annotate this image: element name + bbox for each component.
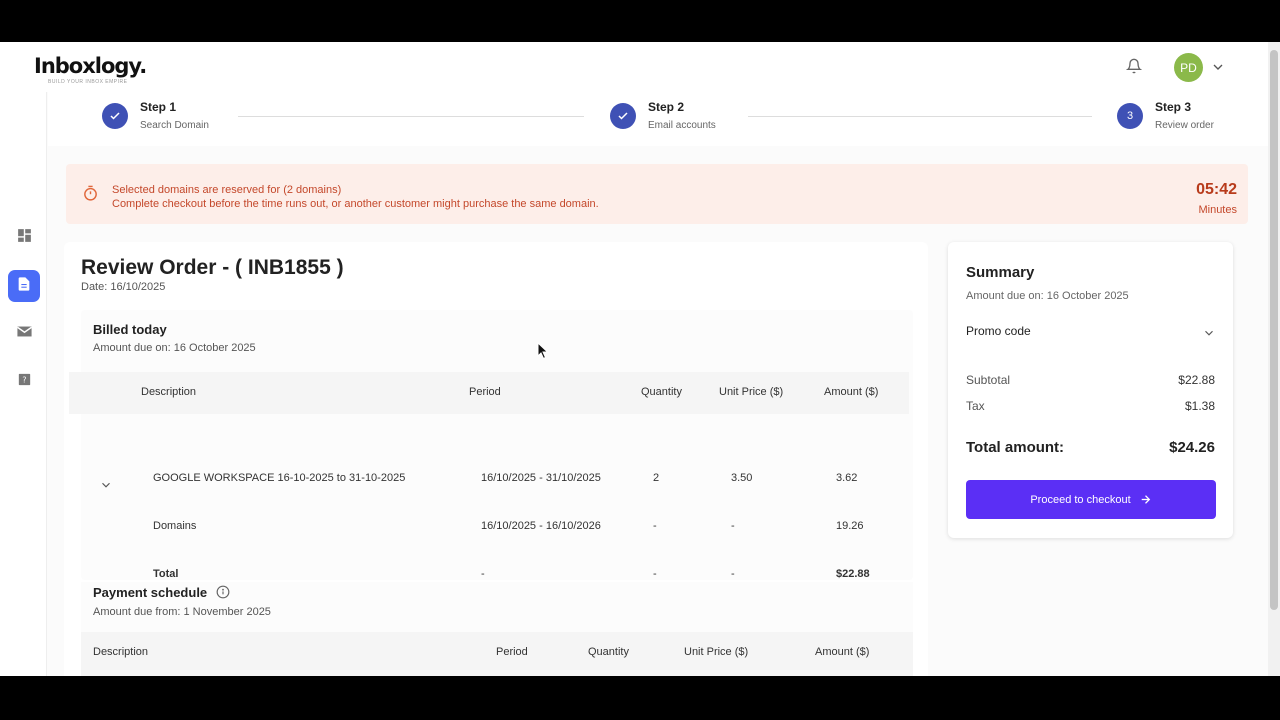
row-description: Domains bbox=[153, 520, 197, 532]
mouse-cursor-icon bbox=[537, 341, 549, 365]
subtotal-label: Subtotal bbox=[966, 373, 1011, 387]
billed-today-subtitle: Amount due on: 16 October 2025 bbox=[93, 342, 256, 354]
checkout-stepper: Step 1 Search Domain Step 2 Email accoun… bbox=[48, 92, 1268, 146]
col-quantity: Quantity bbox=[588, 646, 629, 658]
promo-code-toggle[interactable]: Promo code bbox=[966, 324, 1216, 344]
step-1-check-icon bbox=[102, 103, 128, 129]
payment-schedule-section: Payment schedule Amount due from: 1 Novem… bbox=[81, 582, 913, 676]
page-title: Review Order - ( INB1855 ) bbox=[81, 256, 344, 279]
scrollbar-thumb[interactable] bbox=[1270, 50, 1278, 610]
row-unit-price: - bbox=[731, 568, 735, 580]
step-3-number: 3 bbox=[1117, 103, 1143, 129]
col-quantity: Quantity bbox=[641, 386, 682, 398]
info-icon[interactable] bbox=[216, 585, 230, 604]
proceed-to-checkout-button[interactable]: Proceed to checkout bbox=[966, 480, 1216, 519]
row-quantity: 2 bbox=[653, 472, 660, 484]
schedule-table-header: Description Period Quantity Unit Price ($) A… bbox=[81, 632, 913, 676]
step-1-subtitle: Search Domain bbox=[140, 120, 209, 131]
brand-tagline: BUILD YOUR INBOX EMPIRE bbox=[48, 79, 128, 85]
row-quantity: - bbox=[653, 520, 657, 532]
summary-subtitle: Amount due on: 16 October 2025 bbox=[966, 290, 1129, 302]
billed-today-section: Billed today Amount due on: 16 October 2… bbox=[69, 310, 913, 580]
row-amount: 19.26 bbox=[836, 520, 864, 532]
step-connector bbox=[748, 116, 1092, 117]
brand-logo[interactable]: Inboxlogy. bbox=[34, 54, 147, 78]
alert-warning-text: Complete checkout before the time runs o… bbox=[112, 198, 599, 210]
notification-bell-icon[interactable] bbox=[1124, 56, 1144, 76]
col-unit-price: Unit Price ($) bbox=[719, 386, 784, 398]
row-unit-price: - bbox=[731, 520, 735, 532]
mail-icon bbox=[16, 323, 33, 345]
billed-today-title: Billed today bbox=[93, 322, 167, 337]
svg-text:?: ? bbox=[22, 375, 26, 384]
document-icon bbox=[16, 276, 32, 297]
app-frame: Inboxlogy. BUILD YOUR INBOX EMPIRE PD ? … bbox=[0, 42, 1280, 676]
dashboard-icon bbox=[16, 227, 33, 249]
chevron-down-icon[interactable] bbox=[1202, 326, 1216, 345]
step-3-subtitle: Review order bbox=[1155, 120, 1214, 131]
row-quantity: - bbox=[653, 568, 657, 580]
step-2-check-icon bbox=[610, 103, 636, 129]
payment-schedule-subtitle: Amount due from: 1 November 2025 bbox=[93, 606, 271, 618]
step-2-title: Step 2 bbox=[648, 100, 685, 114]
chevron-down-icon[interactable] bbox=[99, 478, 113, 497]
row-period: 16/10/2025 - 16/10/2026 bbox=[481, 520, 601, 532]
user-avatar[interactable]: PD bbox=[1174, 53, 1203, 82]
page-scrollbar[interactable] bbox=[1268, 42, 1280, 676]
row-description: Total bbox=[153, 568, 179, 580]
row-period: - bbox=[481, 568, 485, 580]
summary-card: Summary Amount due on: 16 October 2025 Pro… bbox=[948, 242, 1233, 538]
help-book-icon: ? bbox=[16, 371, 33, 393]
row-amount: $22.88 bbox=[836, 568, 870, 580]
col-description: Description bbox=[93, 646, 149, 658]
countdown-timer: 05:42 bbox=[1196, 181, 1237, 198]
sidebar-item-dashboard[interactable] bbox=[8, 222, 40, 254]
step-2-subtitle: Email accounts bbox=[648, 120, 716, 131]
sidebar: ? bbox=[0, 92, 47, 676]
checkout-label: Proceed to checkout bbox=[1030, 493, 1131, 506]
order-date: Date: 16/10/2025 bbox=[81, 281, 166, 293]
alert-reserved-text: Selected domains are reserved for (2 dom… bbox=[112, 184, 342, 196]
col-period: Period bbox=[469, 386, 501, 398]
billed-table-header: Description Period Quantity Unit Price (… bbox=[69, 372, 909, 414]
subtotal-value: $22.88 bbox=[1178, 373, 1215, 387]
total-amount-label: Total amount: bbox=[966, 439, 1065, 456]
col-amount: Amount ($) bbox=[824, 386, 879, 398]
sidebar-item-mail[interactable] bbox=[8, 318, 40, 350]
stopwatch-icon bbox=[82, 185, 99, 207]
row-unit-price: 3.50 bbox=[731, 472, 753, 484]
step-1-title: Step 1 bbox=[140, 100, 177, 114]
total-amount-value: $24.26 bbox=[1169, 439, 1215, 456]
tax-value: $1.38 bbox=[1184, 399, 1215, 413]
sidebar-item-help[interactable]: ? bbox=[8, 366, 40, 398]
col-unit-price: Unit Price ($) bbox=[684, 646, 749, 658]
promo-code-label: Promo code bbox=[966, 324, 1031, 338]
payment-schedule-title: Payment schedule bbox=[93, 585, 208, 600]
row-description: GOOGLE WORKSPACE 16-10-2025 to 31-10-202… bbox=[153, 472, 406, 484]
chevron-down-icon[interactable] bbox=[1210, 59, 1226, 75]
row-amount: 3.62 bbox=[836, 472, 858, 484]
summary-title: Summary bbox=[966, 264, 1035, 281]
tax-label: Tax bbox=[966, 399, 985, 413]
col-description: Description bbox=[141, 386, 197, 398]
col-amount: Amount ($) bbox=[815, 646, 870, 658]
countdown-unit: Minutes bbox=[1198, 204, 1237, 216]
reservation-alert: Selected domains are reserved for (2 dom… bbox=[66, 164, 1248, 224]
arrow-right-icon bbox=[1139, 493, 1152, 506]
top-bar: Inboxlogy. BUILD YOUR INBOX EMPIRE PD bbox=[0, 42, 1268, 92]
review-order-card: Review Order - ( INB1855 ) Date: 16/10/2… bbox=[64, 242, 928, 676]
row-period: 16/10/2025 - 31/10/2025 bbox=[481, 472, 601, 484]
sidebar-item-orders[interactable] bbox=[8, 270, 40, 302]
step-connector bbox=[238, 116, 584, 117]
col-period: Period bbox=[496, 646, 528, 658]
step-3-title: Step 3 bbox=[1155, 100, 1192, 114]
